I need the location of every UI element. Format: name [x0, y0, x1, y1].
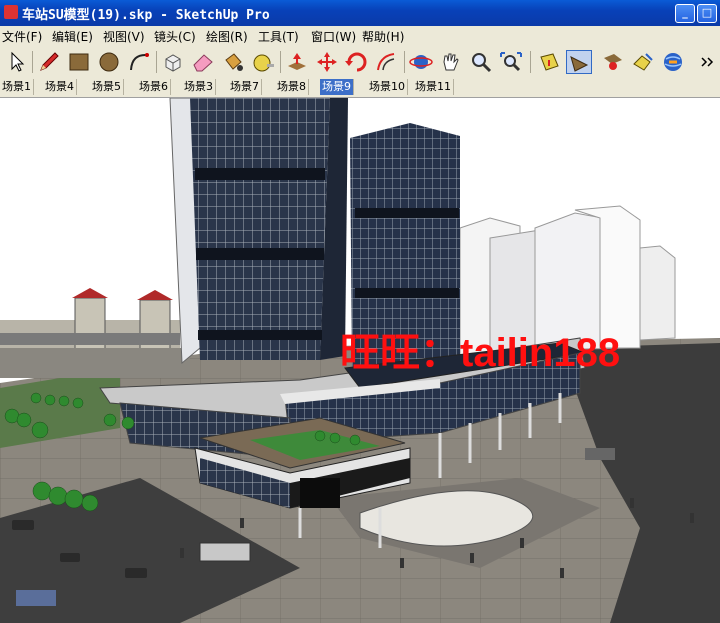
zoom-extents-icon[interactable] — [498, 50, 524, 74]
pencil-icon[interactable] — [36, 50, 62, 74]
walk-icon[interactable] — [566, 50, 592, 74]
get-models-icon[interactable] — [660, 50, 686, 74]
push-pull-icon[interactable] — [284, 50, 310, 74]
scene-tab[interactable]: 场景4 — [43, 79, 77, 95]
tape-measure-icon[interactable] — [250, 50, 276, 74]
scene-tab[interactable]: 场景8 — [275, 79, 309, 95]
scene-tab[interactable]: 场景11 — [413, 79, 454, 95]
scene-tab[interactable]: 场景1 — [0, 79, 34, 95]
menu-window[interactable]: 窗口(W) — [311, 28, 356, 45]
main-toolbar — [0, 46, 720, 79]
scene-tab[interactable]: 场景10 — [367, 79, 408, 95]
arc-icon[interactable] — [126, 50, 152, 74]
menu-help[interactable]: 帮助(H) — [362, 28, 404, 45]
scene-tab[interactable]: 场景7 — [228, 79, 262, 95]
rotate-icon[interactable] — [344, 50, 370, 74]
menu-draw[interactable]: 绘图(R) — [206, 28, 248, 45]
sketchup-app-icon — [4, 5, 18, 19]
move-icon[interactable] — [314, 50, 340, 74]
orbit-icon[interactable] — [408, 50, 434, 74]
scene-tab[interactable]: 场景3 — [182, 79, 216, 95]
maximize-button[interactable]: □ — [697, 4, 717, 23]
menu-file[interactable]: 文件(F) — [2, 28, 42, 45]
scene-tab[interactable]: 场景5 — [90, 79, 124, 95]
look-around-icon[interactable] — [630, 50, 656, 74]
paint-bucket-icon[interactable] — [220, 50, 246, 74]
rectangle-icon[interactable] — [66, 50, 92, 74]
section-plane-icon[interactable] — [536, 50, 562, 74]
minimize-button[interactable]: _ — [675, 4, 695, 23]
select-icon[interactable] — [4, 50, 30, 74]
menu-camera[interactable]: 镜头(C) — [154, 28, 196, 45]
menu-edit[interactable]: 编辑(E) — [52, 28, 93, 45]
position-camera-icon[interactable] — [600, 50, 626, 74]
model-viewport[interactable]: 旺旺：tailin188 — [0, 98, 720, 623]
circle-icon[interactable] — [96, 50, 122, 74]
scene-tabs: 场景1 场景4 场景5 场景6 场景3 场景7 场景8 场景9 场景10 场景1… — [0, 78, 720, 98]
make-component-icon[interactable] — [160, 50, 186, 74]
menu-bar: 文件(F) 编辑(E) 视图(V) 镜头(C) 绘图(R) 工具(T) 窗口(W… — [0, 26, 720, 46]
offset-icon[interactable] — [374, 50, 400, 74]
zoom-icon[interactable] — [468, 50, 494, 74]
scene-tab[interactable]: 场景6 — [137, 79, 171, 95]
window-title: 车站SU模型(19).skp - SketchUp Pro — [22, 8, 270, 23]
menu-view[interactable]: 视图(V) — [103, 28, 145, 45]
watermark-text: 旺旺：tailin188 — [340, 331, 621, 375]
toolbar-more-icon[interactable] — [694, 50, 716, 74]
pan-icon[interactable] — [438, 50, 464, 74]
menu-tools[interactable]: 工具(T) — [258, 28, 299, 45]
title-bar: 车站SU模型(19).skp - SketchUp Pro _ □ — [0, 0, 720, 26]
scene-tab-active[interactable]: 场景9 — [320, 79, 354, 95]
eraser-icon[interactable] — [190, 50, 216, 74]
